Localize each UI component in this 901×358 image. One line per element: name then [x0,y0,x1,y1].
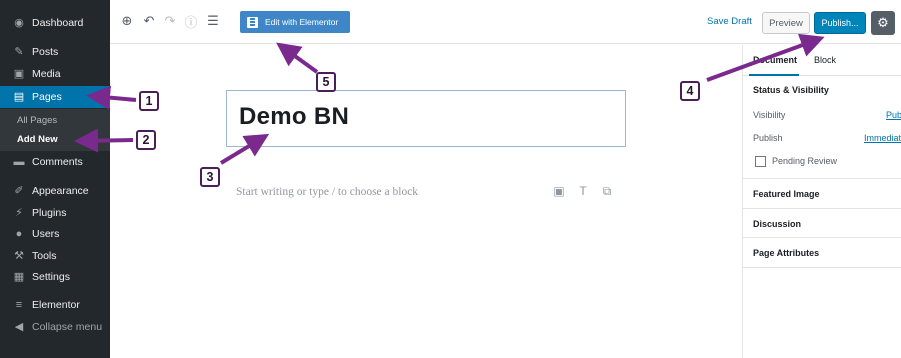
settings-gear-button[interactable]: ⚙ [871,11,895,35]
block-placeholder[interactable]: Start writing or type / to choose a bloc… [236,186,418,198]
submenu-add-new[interactable]: Add New [17,134,58,145]
publish-date-link[interactable]: Immediate [864,133,901,143]
collapse-menu-label: Collapse menu [32,321,103,333]
pending-review-checkbox[interactable] [755,156,766,167]
gear-icon: ⚙ [877,15,889,30]
sidebar-item-elementor[interactable]: ≡ Elementor [0,294,110,316]
featured-image-heading[interactable]: Featured Image [753,189,820,199]
sidebar-item-comments[interactable]: ▬ Comments [0,151,110,173]
sidebar-item-pages[interactable]: ▤ Pages [0,86,110,108]
panel-divider [743,237,901,238]
comment-icon: ▬ [13,155,25,168]
edit-with-elementor-label: Edit with Elementor [265,17,339,27]
wrench-icon: ⚒ [14,249,24,262]
step-badge-1: 1 [139,91,159,111]
pin-icon: ✎ [14,45,24,58]
editor-toolbar: ⊕ ↶ ↷ ⓘ ☰ Edit with Elementor Save Draft… [110,0,901,44]
sidebar-item-label: Posts [32,46,59,58]
heading-block-icon[interactable]: T [576,184,590,198]
visibility-value-link[interactable]: Publi [886,110,901,120]
gallery-block-icon[interactable]: ⧉ [600,184,614,198]
pages-icon: ▤ [13,90,25,103]
undo-icon[interactable]: ↶ [140,12,158,30]
dashboard-icon: ◉ [14,16,24,29]
sidebar-item-label: Users [32,228,60,240]
outline-icon[interactable]: ☰ [204,12,222,30]
sidebar-item-tools[interactable]: ⚒ Tools [0,245,110,267]
panel-tabs: Document Block [743,45,901,76]
step-badge-3: 3 [200,167,220,187]
edit-with-elementor-button[interactable]: Edit with Elementor [240,11,350,33]
publish-button[interactable]: Publish... [814,12,866,34]
elementor-logo-icon [247,16,258,28]
step-badge-2: 2 [136,130,156,150]
media-icon: ▣ [13,67,25,80]
user-icon: ● [15,227,23,240]
elementor-icon: ≡ [15,298,23,311]
step-badge-5: 5 [316,72,336,92]
tab-block[interactable]: Block [814,55,836,65]
sidebar-item-label: Settings [32,271,70,283]
submenu-all-pages[interactable]: All Pages [17,115,57,126]
document-settings-panel: Document Block Status & Visibility Visib… [742,45,901,358]
panel-divider [743,267,901,268]
page-attributes-heading[interactable]: Page Attributes [753,248,819,258]
sidebar-item-settings[interactable]: ▦ Settings [0,266,110,288]
discussion-heading[interactable]: Discussion [753,219,801,229]
sidebar-item-users[interactable]: ● Users [0,223,110,245]
active-tab-indicator [749,74,799,76]
sidebar-item-dashboard[interactable]: ◉ Dashboard [0,12,110,34]
pending-review-label: Pending Review [772,156,838,166]
add-block-icon[interactable]: ⊕ [118,12,136,30]
sidebar-item-label: Dashboard [32,17,84,29]
collapse-arrow-icon: ◀ [14,320,24,333]
page-title[interactable]: Demo BN [239,103,349,131]
settings-icon: ▦ [13,270,25,283]
publish-label: Publish [753,133,783,143]
info-icon[interactable]: ⓘ [182,12,200,30]
sidebar-item-label: Appearance [32,185,89,197]
visibility-label: Visibility [753,110,786,120]
admin-sidebar: ◉ Dashboard ✎ Posts ▣ Media ▤ Pages All … [0,0,110,358]
status-visibility-heading[interactable]: Status & Visibility [753,85,829,95]
sidebar-item-posts[interactable]: ✎ Posts [0,41,110,63]
sidebar-item-label: Media [32,68,61,80]
arrow-to-elementor [276,42,319,74]
paintbrush-icon: ✐ [14,184,24,197]
step-badge-4: 4 [680,81,700,101]
sidebar-item-label: Comments [32,156,83,168]
sidebar-item-label: Pages [32,91,62,103]
redo-icon[interactable]: ↷ [161,12,179,30]
panel-divider [743,208,901,209]
panel-divider [743,178,901,179]
post-title-block[interactable]: Demo BN [226,90,626,147]
sidebar-item-plugins[interactable]: ⚡ Plugins [0,202,110,224]
preview-button[interactable]: Preview [762,12,810,34]
sidebar-item-label: Plugins [32,207,67,219]
sidebar-item-label: Elementor [32,299,80,311]
sidebar-item-appearance[interactable]: ✐ Appearance [0,180,110,202]
tab-document[interactable]: Document [753,55,797,65]
collapse-menu-button[interactable]: ◀ Collapse menu [0,316,110,338]
image-block-icon[interactable]: ▣ [552,184,566,198]
save-draft-button[interactable]: Save Draft [707,16,752,27]
sidebar-item-media[interactable]: ▣ Media [0,63,110,85]
plug-icon: ⚡ [15,206,23,219]
sidebar-item-label: Tools [32,250,57,262]
